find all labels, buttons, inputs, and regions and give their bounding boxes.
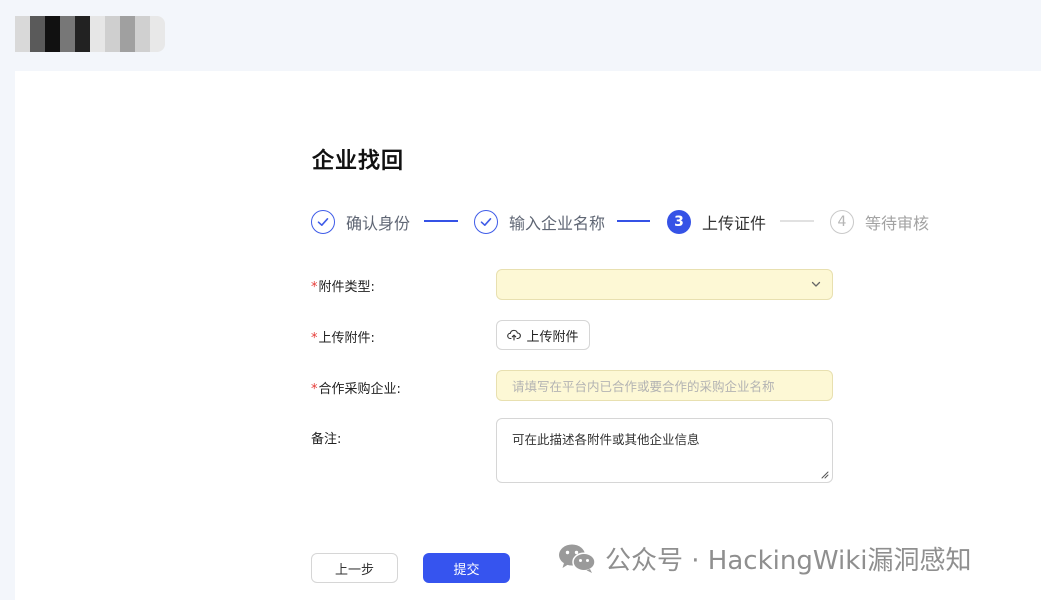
- step-connector: [617, 220, 650, 222]
- step-connector: [424, 220, 458, 222]
- step-indicator: 确认身份 输入企业名称 3 上传证件 4 等待审核: [311, 208, 951, 236]
- remark-label: 备注:: [311, 432, 342, 447]
- remark-textarea[interactable]: 可在此描述各附件或其他企业信息: [496, 418, 833, 483]
- remark-placeholder: 可在此描述各附件或其他企业信息: [512, 432, 700, 447]
- step-label: 上传证件: [702, 214, 767, 233]
- cloud-upload-icon: [507, 329, 522, 341]
- top-bar: [0, 0, 1041, 70]
- attachment-type-label: *附件类型:: [311, 280, 375, 295]
- required-mark: *: [311, 331, 318, 346]
- step-label: 确认身份: [346, 214, 411, 233]
- step-connector: [780, 220, 814, 222]
- partner-company-placeholder: 请填写在平台内已合作或要合作的采购企业名称: [512, 379, 775, 394]
- blurred-logo: [15, 16, 165, 52]
- watermark-text: 公众号 · HackingWiki漏洞感知: [605, 545, 972, 576]
- step-enter-company-name: 输入企业名称: [474, 208, 605, 236]
- required-mark: *: [311, 382, 318, 397]
- partner-company-input[interactable]: 请填写在平台内已合作或要合作的采购企业名称: [496, 370, 833, 401]
- attachment-type-select[interactable]: [496, 269, 833, 300]
- step-label: 等待审核: [865, 214, 930, 233]
- step-number: 3: [667, 210, 691, 234]
- chevron-down-icon: [811, 281, 821, 287]
- wechat-icon: [559, 544, 596, 573]
- partner-company-label: *合作采购企业:: [311, 382, 401, 397]
- resize-handle-icon[interactable]: [820, 470, 829, 479]
- check-icon: [311, 210, 335, 234]
- prev-step-button[interactable]: 上一步: [311, 553, 398, 583]
- required-mark: *: [311, 280, 318, 295]
- step-upload-certificate: 3 上传证件: [667, 208, 766, 236]
- upload-attachment-button[interactable]: 上传附件: [496, 320, 590, 350]
- upload-attachment-label: *上传附件:: [311, 331, 375, 346]
- page-title: 企业找回: [312, 149, 405, 174]
- submit-button[interactable]: 提交: [423, 553, 510, 583]
- step-await-review: 4 等待审核: [830, 208, 929, 236]
- step-label: 输入企业名称: [509, 214, 606, 233]
- check-icon: [474, 210, 498, 234]
- watermark: 公众号 · HackingWiki漏洞感知: [557, 540, 971, 576]
- step-confirm-identity: 确认身份: [311, 208, 410, 236]
- step-number: 4: [830, 210, 854, 234]
